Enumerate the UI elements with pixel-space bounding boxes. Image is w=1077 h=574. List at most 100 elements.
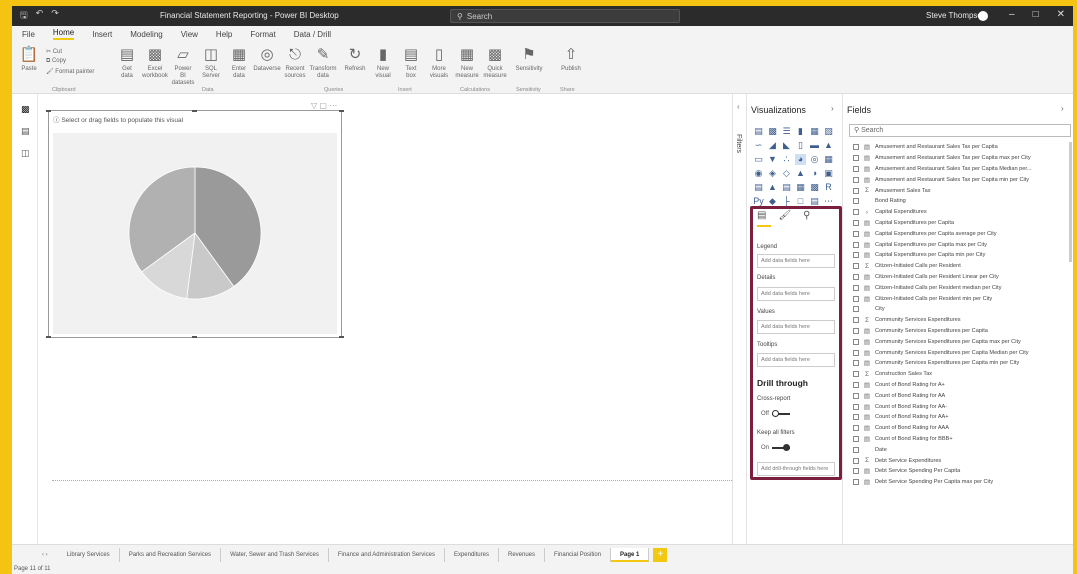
filter-icon[interactable]: ▽ [311,101,317,110]
page-tab[interactable]: Revenues [499,547,546,562]
field-item[interactable]: ▤ Capital Expenditures per Capita [853,218,1067,229]
enter-data-button[interactable]: ▦ Enter data [228,46,250,80]
page-tab[interactable]: Parks and Recreation Services [120,547,222,562]
filters-pane-collapsed[interactable]: ‹ Filters [732,94,746,564]
field-checkbox[interactable] [853,273,859,280]
scatter-icon[interactable]: ∴ [781,154,792,165]
field-checkbox[interactable] [853,155,859,162]
card-icon[interactable]: ▣ [823,168,834,179]
field-checkbox[interactable] [853,403,859,410]
dataverse-button[interactable]: ◎ Dataverse [253,46,280,73]
new-measure-button[interactable]: ▦ New measure [455,46,478,80]
field-item[interactable]: ▤ Community Services Expenditures per Cap… [853,326,1067,337]
datasets-button[interactable]: ▱ Power BI datasets [172,46,195,87]
fields-tab-icon[interactable]: ▤ [757,210,766,221]
values-well[interactable]: Add data fields here [757,320,835,334]
excel-button[interactable]: ▩ Excel workbook [142,46,168,80]
field-item[interactable]: Σ Community Services Expenditures [853,315,1067,326]
stacked-bar-icon[interactable]: ▤ [753,126,764,137]
field-item[interactable]: ▤ Count of Bond Rating for AA- [853,401,1067,412]
field-item[interactable]: › Capital Expenditures [853,207,1067,218]
funnel-icon[interactable]: ▼ [767,154,778,165]
field-checkbox[interactable] [853,219,859,226]
line-stacked-icon[interactable]: ▬ [809,140,820,151]
kpi-icon[interactable]: ▲ [767,182,778,193]
legend-well[interactable]: Add data fields here [757,254,835,268]
line-chart-icon[interactable]: ∽ [753,140,764,151]
report-canvas[interactable]: ▽ ▢ ⋯ ⓘ Select or drag fields to populat… [38,94,732,544]
field-checkbox[interactable] [853,414,859,421]
field-checkbox[interactable] [853,468,859,475]
field-item[interactable]: ▤ Count of Bond Rating for BBB+ [853,434,1067,445]
model-view-icon[interactable]: ◫ [21,148,30,159]
field-checkbox[interactable] [853,327,859,334]
azure-map-icon[interactable]: ▲ [795,168,806,179]
more-visuals-button[interactable]: ▯ More visuals [428,46,450,80]
field-checkbox[interactable] [853,241,859,248]
minimize-icon[interactable]: – [1009,9,1015,20]
field-item[interactable]: City [853,304,1067,315]
cut-button[interactable]: ✂ Cut [46,48,94,55]
menu-modeling[interactable]: Modeling [130,30,162,39]
sql-button[interactable]: ◫ SQL Server [200,46,222,80]
page-tab[interactable]: Water, Sewer and Trash Services [221,547,329,562]
menu-file[interactable]: File [22,30,35,39]
field-checkbox[interactable] [853,360,859,367]
tooltips-well[interactable]: Add data fields here [757,353,835,367]
new-visual-button[interactable]: ▮ New visual [372,46,394,80]
field-item[interactable]: ▤ Amusement and Restaurant Sales Tax per … [853,142,1067,153]
ribbon-chart-icon[interactable]: ▲ [823,140,834,151]
field-checkbox[interactable] [853,317,859,324]
close-icon[interactable]: ✕ [1057,9,1065,20]
chevron-right-icon[interactable]: › [831,104,834,113]
field-checkbox[interactable] [853,252,859,259]
field-checkbox[interactable] [853,295,859,302]
field-checkbox[interactable] [853,457,859,464]
drill-through-well[interactable]: Add drill-through fields here [757,462,835,476]
field-checkbox[interactable] [853,435,859,442]
sensitivity-button[interactable]: ⚑ Sensitivity [516,46,543,73]
undo-icon[interactable]: ↶ [36,8,44,24]
refresh-button[interactable]: ↻ Refresh [344,46,366,73]
maximize-icon[interactable]: □ [1033,9,1039,20]
field-item[interactable]: ▤ Capital Expenditures per Capita min per… [853,250,1067,261]
text-box-button[interactable]: ▤ Text box [400,46,422,80]
resize-handle[interactable] [339,336,344,338]
menu-help[interactable]: Help [216,30,232,39]
field-item[interactable]: Σ Citizen-Initiated Calls per Resident [853,261,1067,272]
focus-mode-icon[interactable]: ▢ [319,101,327,110]
100-bar-icon[interactable]: ▦ [809,126,820,137]
r-visual-icon[interactable]: R [823,182,834,193]
field-checkbox[interactable] [853,176,859,183]
transform-data-button[interactable]: ✎ Transform data [308,46,338,80]
line-column-icon[interactable]: ▯ [795,140,806,151]
field-item[interactable]: ▤ Amusement and Restaurant Sales Tax per … [853,164,1067,175]
filled-map-icon[interactable]: ◈ [767,168,778,179]
publish-button[interactable]: ⇧ Publish [560,46,582,73]
field-item[interactable]: ▤ Debt Service Spending Per Capita [853,466,1067,477]
matrix-icon[interactable]: ▩ [809,182,820,193]
page-tab[interactable]: Financial Position [545,547,612,562]
field-item[interactable]: ▤ Capital Expenditures per Capita average… [853,228,1067,239]
paste-button[interactable]: 📋 Paste [18,46,40,73]
field-item[interactable]: ▤ Community Services Expenditures per Cap… [853,336,1067,347]
menu-insert[interactable]: Insert [92,30,112,39]
page-tab-active[interactable]: Page 1 [611,547,650,562]
stacked-column-icon[interactable]: ▩ [767,126,778,137]
map-icon[interactable]: ◉ [753,168,764,179]
get-data-button[interactable]: ▤ Get data [116,46,138,80]
recent-sources-button[interactable]: ⎋ Recent sources [284,46,306,80]
field-item[interactable]: Bond Rating [853,196,1067,207]
field-item[interactable]: ▤ Count of Bond Rating for AA+ [853,412,1067,423]
field-item[interactable]: Σ Construction Sales Tax [853,369,1067,380]
pie-chart-icon[interactable]: ◕ [795,154,806,165]
field-item[interactable]: ▤ Count of Bond Rating for A+ [853,380,1067,391]
field-item[interactable]: ▤ Amusement and Restaurant Sales Tax per … [853,153,1067,164]
field-item[interactable]: Date [853,444,1067,455]
menu-data-drill[interactable]: Data / Drill [294,30,331,39]
more-options-icon[interactable]: ⋯ [329,101,337,110]
field-item[interactable]: ▤ Capital Expenditures per Capita max per… [853,239,1067,250]
chevron-left-icon[interactable]: ‹ [737,102,740,111]
field-item[interactable]: ▤ Community Services Expenditures per Cap… [853,358,1067,369]
pie-visual[interactable]: ▽ ▢ ⋯ ⓘ Select or drag fields to populat… [46,101,344,338]
